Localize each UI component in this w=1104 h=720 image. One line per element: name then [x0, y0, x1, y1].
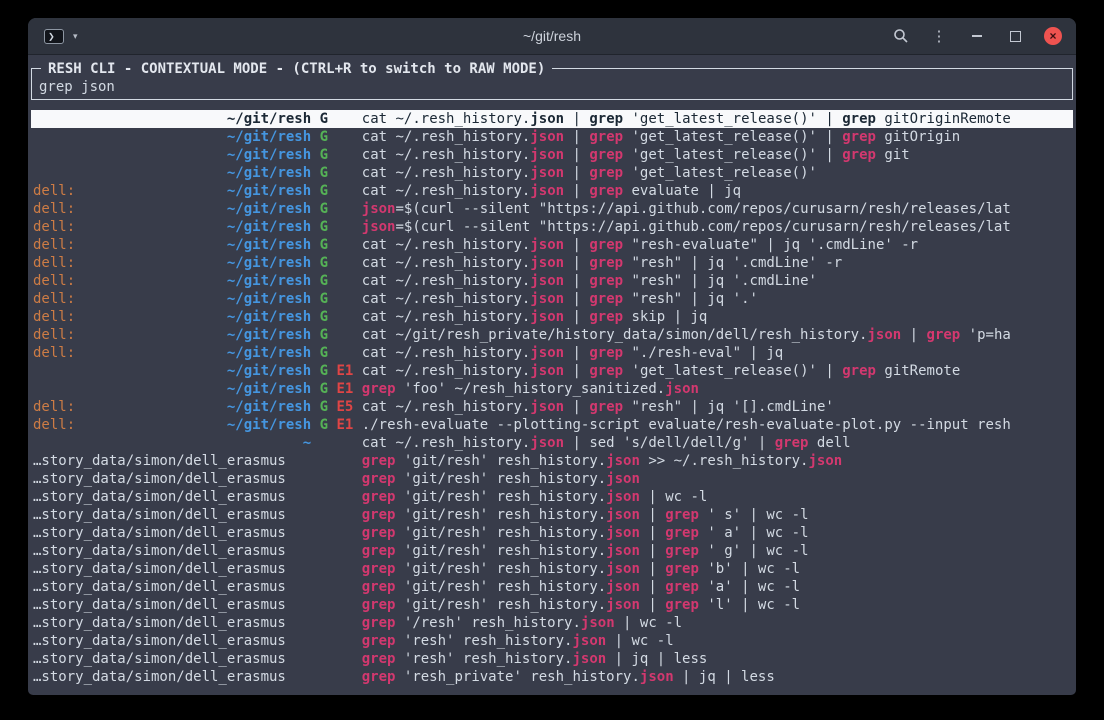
menu-kebab-button[interactable]: ⋮ — [930, 27, 948, 45]
close-button[interactable]: × — [1044, 27, 1062, 45]
history-row[interactable]: dell: ~/git/resh G cat ~/.resh_history.j… — [31, 182, 1073, 200]
history-row[interactable]: …story_data/simon/dell_erasmus grep 'git… — [31, 488, 1073, 506]
terminal-body: RESH CLI - CONTEXTUAL MODE - (CTRL+R to … — [28, 55, 1076, 695]
history-row[interactable]: …story_data/simon/dell_erasmus grep 'res… — [31, 632, 1073, 650]
minimize-button[interactable] — [968, 27, 986, 45]
history-row[interactable]: ~ cat ~/.resh_history.json | sed 's/dell… — [31, 434, 1073, 452]
history-row[interactable]: dell: ~/git/resh G cat ~/.resh_history.j… — [31, 236, 1073, 254]
restore-icon — [1010, 31, 1021, 42]
history-row[interactable]: dell: ~/git/resh G cat ~/.resh_history.j… — [31, 290, 1073, 308]
resh-mode-header: RESH CLI - CONTEXTUAL MODE - (CTRL+R to … — [41, 60, 552, 78]
history-row[interactable]: …story_data/simon/dell_erasmus grep 'git… — [31, 596, 1073, 614]
app-menu-button[interactable]: ❯ ▾ — [44, 29, 78, 44]
restore-button[interactable] — [1006, 27, 1024, 45]
history-row[interactable]: dell: ~/git/resh G cat ~/.resh_history.j… — [31, 344, 1073, 362]
chevron-down-icon: ▾ — [73, 31, 78, 42]
history-row[interactable]: dell: ~/git/resh G json=$(curl --silent … — [31, 218, 1073, 236]
search-button[interactable] — [892, 27, 910, 45]
resh-search-box: RESH CLI - CONTEXTUAL MODE - (CTRL+R to … — [31, 68, 1073, 100]
history-row[interactable]: dell: ~/git/resh G cat ~/.resh_history.j… — [31, 254, 1073, 272]
history-row[interactable]: dell: ~/git/resh G cat ~/.resh_history.j… — [31, 308, 1073, 326]
history-row[interactable]: …story_data/simon/dell_erasmus grep 'res… — [31, 650, 1073, 668]
history-row[interactable]: …story_data/simon/dell_erasmus grep 'git… — [31, 470, 1073, 488]
history-list: ~/git/resh G cat ~/.resh_history.json | … — [31, 110, 1073, 686]
history-row[interactable]: …story_data/simon/dell_erasmus grep 'git… — [31, 560, 1073, 578]
history-row[interactable]: dell: ~/git/resh G cat ~/.resh_history.j… — [31, 272, 1073, 290]
history-row[interactable]: …story_data/simon/dell_erasmus grep '/re… — [31, 614, 1073, 632]
search-icon — [893, 28, 909, 44]
history-row[interactable]: …story_data/simon/dell_erasmus grep 'git… — [31, 452, 1073, 470]
history-row[interactable]: ~/git/resh G cat ~/.resh_history.json | … — [31, 164, 1073, 182]
history-row[interactable]: dell: ~/git/resh G cat ~/git/resh_privat… — [31, 326, 1073, 344]
history-row[interactable]: …story_data/simon/dell_erasmus grep 'res… — [31, 668, 1073, 686]
titlebar: ❯ ▾ ~/git/resh ⋮ × — [28, 18, 1076, 55]
terminal-app-icon: ❯ — [44, 29, 64, 44]
terminal-window: ❯ ▾ ~/git/resh ⋮ × RESH CLI - CONTEXTUAL… — [28, 18, 1076, 695]
history-row[interactable]: …story_data/simon/dell_erasmus grep 'git… — [31, 542, 1073, 560]
history-row[interactable]: ~/git/resh G cat ~/.resh_history.json | … — [31, 110, 1073, 128]
minimize-icon — [972, 35, 982, 37]
history-row[interactable]: …story_data/simon/dell_erasmus grep 'git… — [31, 524, 1073, 542]
titlebar-controls: ⋮ × — [892, 27, 1062, 45]
history-row[interactable]: …story_data/simon/dell_erasmus grep 'git… — [31, 578, 1073, 596]
history-row[interactable]: ~/git/resh G cat ~/.resh_history.json | … — [31, 146, 1073, 164]
history-row[interactable]: ~/git/resh G E1 grep 'foo' ~/resh_histor… — [31, 380, 1073, 398]
history-row[interactable]: ~/git/resh G E1 cat ~/.resh_history.json… — [31, 362, 1073, 380]
history-row[interactable]: dell: ~/git/resh G E1 ./resh-evaluate --… — [31, 416, 1073, 434]
history-row[interactable]: dell: ~/git/resh G E5 cat ~/.resh_histor… — [31, 398, 1073, 416]
history-row[interactable]: …story_data/simon/dell_erasmus grep 'git… — [31, 506, 1073, 524]
history-row[interactable]: dell: ~/git/resh G json=$(curl --silent … — [31, 200, 1073, 218]
search-query-input[interactable]: grep json — [39, 78, 1065, 96]
history-row[interactable]: ~/git/resh G cat ~/.resh_history.json | … — [31, 128, 1073, 146]
